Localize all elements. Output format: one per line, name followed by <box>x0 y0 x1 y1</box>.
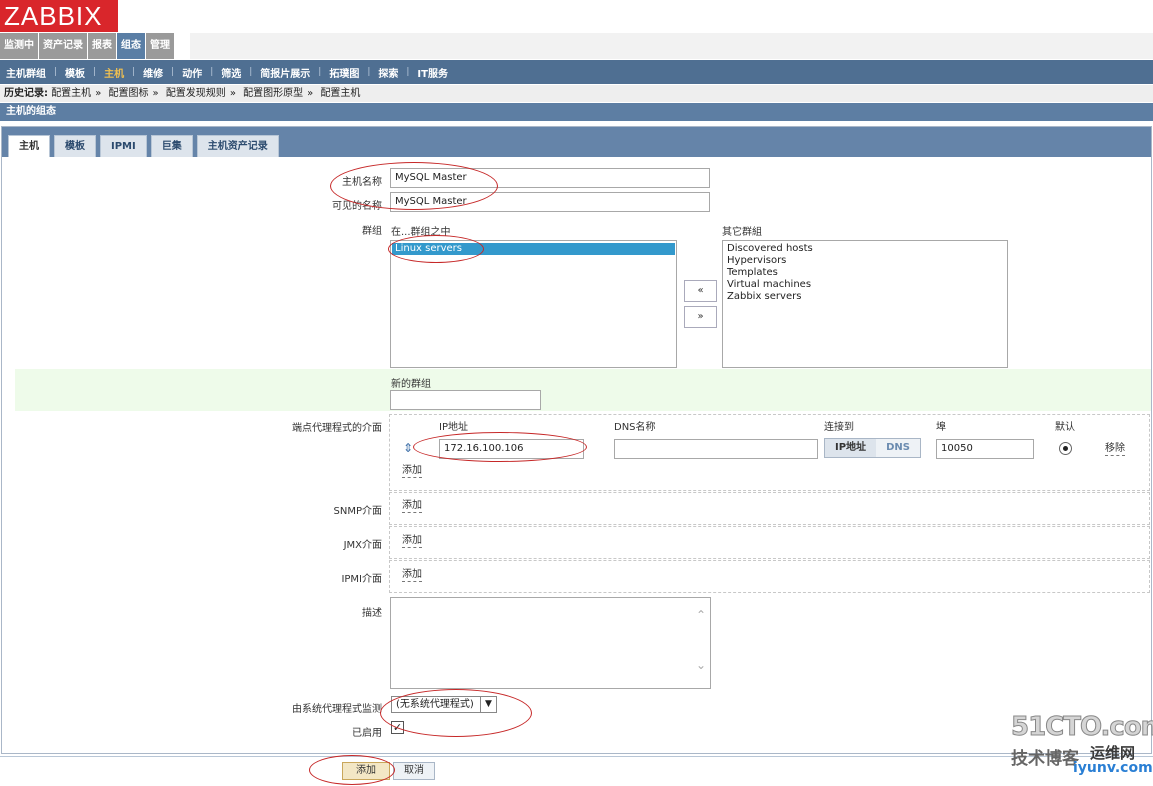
sub-nav-actions[interactable]: 动作 <box>182 65 202 80</box>
cancel-button[interactable]: 取消 <box>393 762 435 780</box>
watermark-logo: 51CTO.com <box>1011 712 1153 743</box>
description-textarea[interactable]: ⌃ ⌄ <box>390 597 711 689</box>
sub-nav-maintenance[interactable]: 维修 <box>143 65 163 80</box>
ipmi-interfaces-label: IPMI介面 <box>341 574 382 585</box>
connect-column-header: 连接到 <box>824 422 854 433</box>
port-column-header: 埠 <box>936 422 946 433</box>
snmp-interfaces-label: SNMP介面 <box>333 506 383 517</box>
sub-nav-it-services[interactable]: IT服务 <box>417 65 448 80</box>
tab-templates[interactable]: 模板 <box>54 135 96 157</box>
sub-nav-filters[interactable]: 筛选 <box>221 65 241 80</box>
sub-nav-host-groups[interactable]: 主机群组 <box>6 65 46 80</box>
new-group-input[interactable] <box>390 390 541 410</box>
drag-handle-icon[interactable]: ⇕ <box>403 441 413 455</box>
visible-name-label: 可见的名称 <box>332 201 382 212</box>
ip-address-input[interactable]: 172.16.100.106 <box>439 439 584 459</box>
in-groups-list[interactable]: Linux servers <box>390 240 677 368</box>
connect-to-toggle: IP地址 DNS <box>824 438 921 458</box>
other-groups-list[interactable]: Discovered hosts Hypervisors Templates V… <box>722 240 1008 368</box>
breadcrumb-arrow: » <box>152 88 159 99</box>
ip-column-header: IP地址 <box>439 422 468 433</box>
sub-nav-slides[interactable]: 简报片展示 <box>260 65 310 80</box>
scroll-down-icon[interactable]: ⌄ <box>696 658 706 672</box>
jmx-interfaces-label: JMX介面 <box>343 540 382 551</box>
default-column-header: 默认 <box>1055 422 1075 433</box>
add-jmx-interface-link[interactable]: 添加 <box>402 535 422 548</box>
proxy-select[interactable]: (无系统代理程式) ▼ <box>391 696 497 713</box>
move-left-button[interactable]: « <box>684 280 717 302</box>
connect-dns-button[interactable]: DNS <box>876 439 920 457</box>
list-item[interactable]: Hypervisors <box>727 255 1003 267</box>
sub-nav: 主机群组 | 模板 | 主机 | 维修 | 动作 | 筛选 | 简报片展示 | 拓璞图 | 探索… <box>0 60 1153 84</box>
add-ipmi-interface-link[interactable]: 添加 <box>402 569 422 582</box>
enabled-label: 已启用 <box>352 728 382 739</box>
new-group-row <box>15 369 1151 411</box>
form-tabs: 主机 模板 IPMI 巨集 主机资产记录 <box>2 127 1151 157</box>
list-item[interactable]: Linux servers <box>392 243 675 255</box>
breadcrumb-item[interactable]: 配置图形原型 <box>243 88 303 99</box>
proxy-label: 由系统代理程式监测 <box>292 704 382 715</box>
top-nav: 监测中 资产记录 报表 组态 管理 <box>0 33 175 59</box>
list-item[interactable]: Zabbix servers <box>727 291 1003 303</box>
add-snmp-interface-link[interactable]: 添加 <box>402 500 422 513</box>
watermark-text: 技术博客 <box>1011 749 1079 769</box>
sub-nav-discovery[interactable]: 探索 <box>378 65 398 80</box>
breadcrumb-item[interactable]: 配置发现规则 <box>166 88 226 99</box>
page-title: 主机的组态 <box>0 103 1153 121</box>
list-item[interactable]: Virtual machines <box>727 279 1003 291</box>
tab-ipmi[interactable]: IPMI <box>100 135 147 157</box>
groups-label: 群组 <box>362 226 382 237</box>
breadcrumb-item[interactable]: 配置主机 <box>320 88 360 99</box>
top-nav-inventory[interactable]: 资产记录 <box>39 33 87 59</box>
breadcrumb-arrow: » <box>307 88 314 99</box>
dns-column-header: DNS名称 <box>614 422 656 433</box>
visible-name-input[interactable]: MySQL Master <box>390 192 710 212</box>
remove-interface-link[interactable]: 移除 <box>1105 443 1125 456</box>
add-button[interactable]: 添加 <box>342 762 390 780</box>
sub-nav-maps[interactable]: 拓璞图 <box>329 65 359 80</box>
enabled-checkbox[interactable]: ✓ <box>391 721 404 734</box>
breadcrumb-arrow: » <box>229 88 236 99</box>
jmx-interfaces-panel <box>389 526 1150 559</box>
agent-interfaces-label: 端点代理程式的介面 <box>292 423 382 434</box>
top-nav-configuration[interactable]: 组态 <box>117 33 145 59</box>
add-agent-interface-link[interactable]: 添加 <box>402 465 422 478</box>
breadcrumb-label: 历史记录: <box>4 88 48 99</box>
breadcrumb: 历史记录: 配置主机» 配置图标» 配置发现规则» 配置图形原型» 配置主机 <box>0 85 1153 102</box>
new-group-label: 新的群组 <box>391 379 431 390</box>
ipmi-interfaces-panel <box>389 560 1150 593</box>
host-name-input[interactable]: MySQL Master <box>390 168 710 188</box>
other-groups-label: 其它群組 <box>722 227 762 238</box>
host-name-label: 主机名称 <box>342 177 382 188</box>
sub-nav-hosts[interactable]: 主机 <box>104 65 124 80</box>
default-interface-radio[interactable] <box>1059 442 1072 455</box>
top-nav-background <box>190 33 1153 59</box>
move-right-button[interactable]: » <box>684 306 717 328</box>
description-label: 描述 <box>362 608 382 619</box>
chevron-down-icon[interactable]: ▼ <box>480 697 496 712</box>
tab-inventory[interactable]: 主机资产记录 <box>196 135 279 157</box>
in-groups-label: 在...群组之中 <box>391 227 451 238</box>
breadcrumb-item[interactable]: 配置图标 <box>109 88 149 99</box>
top-nav-reports[interactable]: 报表 <box>88 33 116 59</box>
zabbix-logo[interactable]: ZABBIX <box>0 0 118 32</box>
list-item[interactable]: Templates <box>727 267 1003 279</box>
dns-name-input[interactable] <box>614 439 818 459</box>
proxy-selected-value: (无系统代理程式) <box>396 699 474 710</box>
tab-host[interactable]: 主机 <box>8 135 50 157</box>
scroll-up-icon[interactable]: ⌃ <box>696 608 706 622</box>
top-nav-monitoring[interactable]: 监测中 <box>0 33 38 59</box>
form-footer <box>0 756 1153 786</box>
tab-macros[interactable]: 巨集 <box>150 135 193 157</box>
snmp-interfaces-panel <box>389 492 1150 525</box>
port-input[interactable]: 10050 <box>936 439 1034 459</box>
list-item[interactable]: Discovered hosts <box>727 243 1003 255</box>
watermark-domain: iyunv.com <box>1073 760 1153 776</box>
connect-ip-button[interactable]: IP地址 <box>825 439 877 457</box>
sub-nav-templates[interactable]: 模板 <box>65 65 85 80</box>
breadcrumb-arrow: » <box>95 88 102 99</box>
breadcrumb-item[interactable]: 配置主机 <box>51 88 91 99</box>
top-nav-administration[interactable]: 管理 <box>146 33 174 59</box>
